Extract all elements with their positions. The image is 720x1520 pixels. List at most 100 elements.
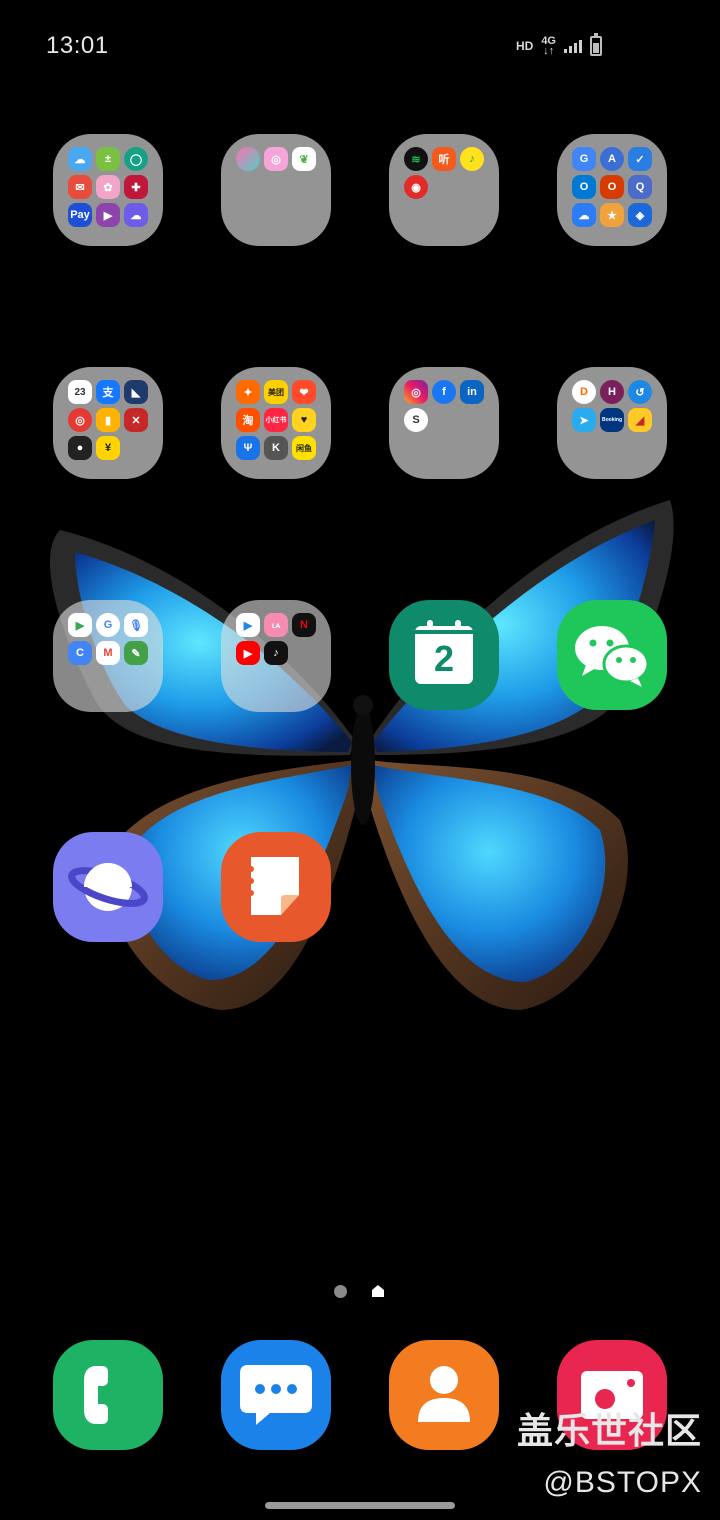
deer-icon: Ψ (236, 436, 260, 460)
linkedin-icon: in (460, 380, 484, 404)
app-icon: ✎ (124, 641, 148, 665)
gallery-icon: ✿ (96, 175, 120, 199)
taobao-icon: 淘 (236, 408, 260, 432)
phone-app[interactable] (53, 1340, 163, 1450)
search-app-icon: ✓ (628, 147, 652, 171)
email-icon: ✉ (68, 175, 92, 199)
netflix-icon: N (292, 613, 316, 637)
wechat-app[interactable] (557, 600, 667, 710)
app-folder-3[interactable]: ≋ 听 ♪ ◉ (389, 134, 499, 246)
app-folder-6[interactable]: ✦ 美团 ❤ 淘 小红书 ♥ Ψ K 闲鱼 (221, 367, 331, 479)
xiaohongshu-icon: 小红书 (264, 408, 288, 432)
didi-icon: D (572, 380, 596, 404)
network-type-icon: 4G ↓↑ (541, 35, 556, 57)
netease-music-icon: ◉ (404, 175, 428, 199)
bilibili-icon: ʟᴀ (264, 613, 288, 637)
person-icon (418, 1366, 470, 1422)
page-indicator[interactable] (334, 1284, 385, 1298)
app-icon: ✦ (236, 380, 260, 404)
calendar-icon: 23 (68, 380, 92, 404)
watermark: 盖乐世社区 @BSTOPX (517, 1402, 702, 1500)
app-folder-7[interactable]: ◎ f in S (389, 367, 499, 479)
instagram-icon: ◎ (404, 380, 428, 404)
huazhu-icon: H (600, 380, 624, 404)
page-dot[interactable] (334, 1284, 347, 1298)
game-launcher-icon: ✚ (124, 175, 148, 199)
google-translate-icon: G (572, 147, 596, 171)
internet-browser-app[interactable] (53, 832, 163, 942)
watermark-title: 盖乐世社区 (516, 1410, 702, 1451)
alipay-icon: 支 (96, 380, 120, 404)
tencent-video-icon: ▶ (236, 613, 260, 637)
baidu-cloud-icon: ☁ (572, 203, 596, 227)
app-icon: S (404, 408, 428, 432)
network-label: 4G (541, 35, 556, 47)
butterfly-wallpaper (50, 500, 674, 1010)
microphone-icon: 🎙 (124, 613, 148, 637)
yuan-icon: ¥ (96, 436, 120, 460)
youtube-icon: ▶ (236, 641, 260, 665)
signal-icon (564, 39, 582, 53)
outlook-icon: O (572, 175, 596, 199)
office-icon: O (600, 175, 624, 199)
video-player-icon: ▶ (96, 203, 120, 227)
ting-icon: 听 (432, 147, 456, 171)
messages-app[interactable] (221, 1340, 331, 1450)
google-icon: G (96, 613, 120, 637)
battery-icon (590, 33, 602, 56)
notes-app[interactable] (221, 832, 331, 942)
meituan-icon: 美团 (264, 380, 288, 404)
telegram-icon: ➤ (572, 408, 596, 432)
spotify-icon: ≋ (404, 147, 428, 171)
home-page-icon[interactable] (371, 1284, 385, 1298)
camera-icon (236, 147, 260, 171)
app-folder-8[interactable]: D H ↺ ➤ Booking ◢ (557, 367, 667, 479)
app-folder-10[interactable]: ▶ ʟᴀ N ▶ ♪ (221, 600, 331, 712)
facebook-icon: f (432, 380, 456, 404)
map-icon: ♥ (292, 408, 316, 432)
calendar-app[interactable]: 2 (389, 600, 499, 710)
contacts-app[interactable] (389, 1340, 499, 1450)
booking-icon: Booking (600, 408, 624, 432)
calculator-icon: ± (96, 147, 120, 171)
wechat-icon (575, 626, 650, 687)
xianyu-icon: 闲鱼 (292, 436, 316, 460)
samsung-pay-icon: Pay (68, 203, 92, 227)
hd-voice-icon: HD (515, 39, 534, 53)
phone-icon (84, 1366, 108, 1424)
calendar-icon: 2 (415, 620, 473, 684)
app-folder-4[interactable]: G A ✓ O O Q ☁ ★ ◈ (557, 134, 667, 246)
weather-icon: ☁ (68, 147, 92, 171)
app-icon: ✕ (124, 408, 148, 432)
app-folder-9[interactable]: ▶ G 🎙 C M ✎ (53, 600, 163, 712)
status-bar: 13:01 HD 4G ↓↑ (0, 0, 720, 90)
app-icon: ◎ (68, 408, 92, 432)
snapseed-icon: ❦ (292, 147, 316, 171)
system-indicators: HD 4G ↓↑ (515, 33, 602, 57)
calendar-date: 2 (433, 638, 455, 679)
google-contacts-icon: C (68, 641, 92, 665)
app-icon: ◢ (628, 408, 652, 432)
security-icon: ◯ (124, 147, 148, 171)
app-icon: ↺ (628, 380, 652, 404)
notes-icon (248, 857, 299, 915)
app-folder-1[interactable]: ☁ ± ◯ ✉ ✿ ✚ Pay ▶ ☁ (53, 134, 163, 246)
cloud-icon: ☁ (124, 203, 148, 227)
q-icon: Q (628, 175, 652, 199)
bixby-icon: ◎ (264, 147, 288, 171)
gesture-bar[interactable] (265, 1502, 455, 1509)
message-bubble-icon (240, 1365, 312, 1425)
app-folder-2[interactable]: ◎ ❦ (221, 134, 331, 246)
dictionary-icon: A (600, 147, 624, 171)
app-icon: ★ (600, 203, 624, 227)
music-icon: ♪ (460, 147, 484, 171)
app-icon: ▮ (96, 408, 120, 432)
gmail-icon: M (96, 641, 120, 665)
app-folder-5[interactable]: 23 支 ◣ ◎ ▮ ✕ ● ¥ (53, 367, 163, 479)
planet-icon (68, 863, 148, 911)
tiktok-icon: ♪ (264, 641, 288, 665)
k-icon: K (264, 436, 288, 460)
panda-icon: ● (68, 436, 92, 460)
clock: 13:01 (46, 32, 109, 59)
vpn-icon: ◈ (628, 203, 652, 227)
